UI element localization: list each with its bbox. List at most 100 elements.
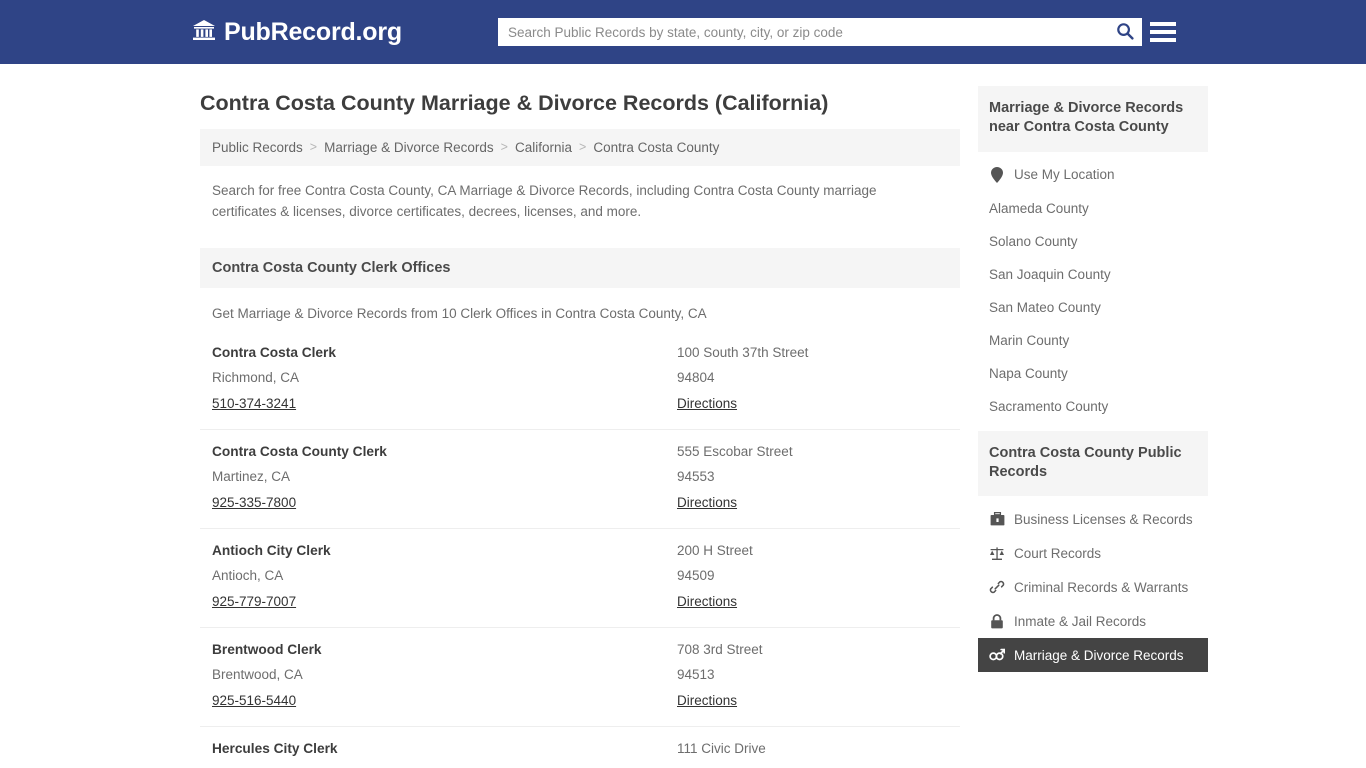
office-zip: 94804 bbox=[677, 369, 715, 385]
search-button[interactable] bbox=[1108, 18, 1142, 46]
padlock-icon bbox=[989, 613, 1005, 629]
sidebar-item-label: Marin County bbox=[989, 332, 1070, 348]
sidebar: Marriage & Divorce Records near Contra C… bbox=[978, 64, 1208, 680]
map-pin-icon bbox=[989, 166, 1005, 183]
table-row: Antioch City Clerk Antioch, CA 925-779-7… bbox=[200, 529, 960, 628]
search-input[interactable] bbox=[498, 18, 1108, 46]
sidebar-item-label: Marriage & Divorce Records bbox=[1014, 647, 1184, 663]
sidebar-item-use-my-location[interactable]: Use My Location bbox=[978, 158, 1208, 192]
bank-building-icon bbox=[192, 19, 216, 46]
office-name: Contra Costa County Clerk bbox=[212, 443, 387, 459]
sidebar-item-inmate-jail-records[interactable]: Inmate & Jail Records bbox=[978, 604, 1208, 638]
breadcrumb-item-california[interactable]: California bbox=[515, 140, 572, 155]
office-zip: 94513 bbox=[677, 666, 715, 682]
page-intro-text: Search for free Contra Costa County, CA … bbox=[212, 182, 877, 219]
page-title: Contra Costa County Marriage & Divorce R… bbox=[200, 91, 829, 115]
office-phone[interactable]: 925-516-5440 bbox=[212, 693, 296, 708]
sidebar-item-label: Sacramento County bbox=[989, 398, 1109, 414]
hamburger-menu-icon bbox=[1150, 22, 1176, 26]
office-name: Contra Costa Clerk bbox=[212, 344, 336, 360]
sidebar-item-san-mateo-county[interactable]: San Mateo County bbox=[978, 291, 1208, 324]
sidebar-item-label: Inmate & Jail Records bbox=[1014, 613, 1147, 629]
breadcrumb-separator: > bbox=[309, 140, 318, 155]
office-address: 100 South 37th Street 94804 Directions bbox=[677, 345, 948, 413]
office-name: Brentwood Clerk bbox=[212, 641, 322, 657]
office-city: Antioch, CA bbox=[212, 567, 284, 583]
clerk-offices-list: Contra Costa Clerk Richmond, CA 510-374-… bbox=[200, 331, 960, 768]
office-info: Contra Costa County Clerk Martinez, CA 9… bbox=[212, 444, 677, 512]
sidebar-item-marin-county[interactable]: Marin County bbox=[978, 324, 1208, 357]
office-name: Antioch City Clerk bbox=[212, 542, 331, 558]
sidebar-item-label: Criminal Records & Warrants bbox=[1014, 579, 1189, 595]
office-address: 708 3rd Street 94513 Directions bbox=[677, 642, 948, 710]
office-city: Brentwood, CA bbox=[212, 666, 303, 682]
sidebar-item-sacramento-county[interactable]: Sacramento County bbox=[978, 390, 1208, 423]
directions-link[interactable]: Directions bbox=[677, 594, 737, 609]
office-phone[interactable]: 925-335-7800 bbox=[212, 495, 296, 510]
clerk-offices-section-heading: Contra Costa County Clerk Offices bbox=[200, 247, 960, 288]
sidebar-item-court-records[interactable]: Court Records bbox=[978, 536, 1208, 570]
sidebar-nearby-list: Use My Location Alameda County Solano Co… bbox=[978, 152, 1208, 423]
office-info: Antioch City Clerk Antioch, CA 925-779-7… bbox=[212, 543, 677, 611]
breadcrumb-item-marriage-divorce-records[interactable]: Marriage & Divorce Records bbox=[324, 140, 494, 155]
office-street: 111 Civic Drive bbox=[677, 740, 766, 756]
sidebar-item-label: Court Records bbox=[1014, 545, 1102, 561]
brand-name: PubRecord.org bbox=[224, 17, 402, 46]
directions-link[interactable]: Directions bbox=[677, 396, 737, 411]
page-body: Contra Costa County Marriage & Divorce R… bbox=[0, 64, 1366, 768]
sidebar-public-records-heading: Contra Costa County Public Records bbox=[978, 430, 1208, 497]
sidebar-public-records-list: Business Licenses & Records Court Record… bbox=[978, 496, 1208, 673]
office-street: 100 South 37th Street bbox=[677, 344, 809, 360]
office-street: 200 H Street bbox=[677, 542, 753, 558]
table-row: Hercules City Clerk Hercules, CA 510-799… bbox=[200, 727, 960, 768]
table-row: Brentwood Clerk Brentwood, CA 925-516-54… bbox=[200, 628, 960, 727]
table-row: Contra Costa Clerk Richmond, CA 510-374-… bbox=[200, 331, 960, 430]
hamburger-menu-icon bbox=[1150, 30, 1176, 34]
search-icon bbox=[1116, 22, 1134, 43]
sidebar-item-solano-county[interactable]: Solano County bbox=[978, 225, 1208, 258]
sidebar-item-label: San Mateo County bbox=[989, 299, 1101, 315]
site-logo[interactable]: PubRecord.org bbox=[192, 18, 402, 47]
office-info: Brentwood Clerk Brentwood, CA 925-516-54… bbox=[212, 642, 677, 710]
breadcrumb-item-public-records[interactable]: Public Records bbox=[212, 140, 303, 155]
sidebar-item-alameda-county[interactable]: Alameda County bbox=[978, 192, 1208, 225]
sidebar-item-san-joaquin-county[interactable]: San Joaquin County bbox=[978, 258, 1208, 291]
breadcrumb-item-contra-costa-county: Contra Costa County bbox=[593, 139, 720, 155]
breadcrumb-separator: > bbox=[579, 140, 587, 155]
office-street: 555 Escobar Street bbox=[677, 443, 793, 459]
breadcrumb-separator: > bbox=[500, 140, 508, 155]
office-address: 555 Escobar Street 94553 Directions bbox=[677, 444, 948, 512]
office-address: 200 H Street 94509 Directions bbox=[677, 543, 948, 611]
sidebar-item-marriage-divorce-records[interactable]: Marriage & Divorce Records bbox=[978, 638, 1208, 673]
office-phone[interactable]: 925-779-7007 bbox=[212, 594, 296, 609]
sidebar-item-napa-county[interactable]: Napa County bbox=[978, 357, 1208, 390]
office-zip: 94509 bbox=[677, 567, 715, 583]
hamburger-menu-icon bbox=[1150, 38, 1176, 42]
sidebar-item-criminal-records-warrants[interactable]: Criminal Records & Warrants bbox=[978, 570, 1208, 604]
table-row: Contra Costa County Clerk Martinez, CA 9… bbox=[200, 430, 960, 529]
office-zip: 94553 bbox=[677, 468, 715, 484]
directions-link[interactable]: Directions bbox=[677, 495, 737, 510]
office-name: Hercules City Clerk bbox=[212, 740, 338, 756]
gender-symbols-icon bbox=[989, 647, 1005, 663]
hamburger-menu-button[interactable] bbox=[1150, 18, 1176, 46]
main-content: Contra Costa County Marriage & Divorce R… bbox=[200, 64, 960, 768]
sidebar-public-records-block: Contra Costa County Public Records Busin… bbox=[978, 430, 1208, 673]
sidebar-item-label: Solano County bbox=[989, 233, 1078, 249]
breadcrumb: Public Records > Marriage & Divorce Reco… bbox=[200, 128, 960, 166]
sidebar-nearby-block: Marriage & Divorce Records near Contra C… bbox=[978, 86, 1208, 423]
office-phone[interactable]: 510-374-3241 bbox=[212, 396, 296, 411]
chain-link-icon bbox=[989, 579, 1005, 595]
office-info: Contra Costa Clerk Richmond, CA 510-374-… bbox=[212, 345, 677, 413]
sidebar-item-label: Alameda County bbox=[989, 200, 1089, 216]
clerk-offices-subtitle: Get Marriage & Divorce Records from 10 C… bbox=[212, 305, 707, 321]
office-city: Martinez, CA bbox=[212, 468, 291, 484]
site-header: PubRecord.org bbox=[0, 0, 1366, 64]
search-bar bbox=[498, 18, 1142, 46]
office-city: Richmond, CA bbox=[212, 369, 300, 385]
office-info: Hercules City Clerk Hercules, CA 510-799… bbox=[212, 741, 677, 768]
office-street: 708 3rd Street bbox=[677, 641, 763, 657]
directions-link[interactable]: Directions bbox=[677, 693, 737, 708]
sidebar-item-label: Business Licenses & Records bbox=[1014, 511, 1193, 527]
sidebar-item-business-licenses-records[interactable]: Business Licenses & Records bbox=[978, 502, 1208, 536]
